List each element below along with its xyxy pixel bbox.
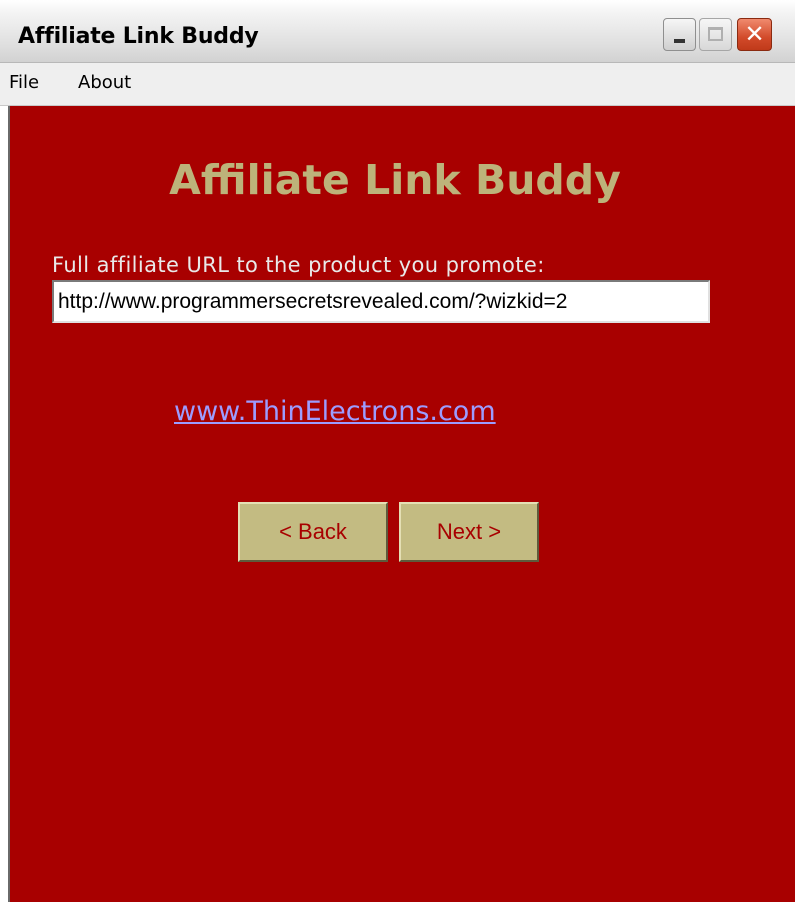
menu-file[interactable]: File bbox=[9, 72, 39, 93]
affiliate-url-input[interactable] bbox=[52, 280, 710, 323]
next-button[interactable]: Next > bbox=[399, 502, 539, 562]
maximize-button[interactable] bbox=[699, 18, 732, 51]
main-panel: Affiliate Link Buddy Full affiliate URL … bbox=[8, 106, 795, 902]
url-label: Full affiliate URL to the product you pr… bbox=[52, 253, 545, 277]
page-title: Affiliate Link Buddy bbox=[169, 156, 621, 204]
minimize-button[interactable] bbox=[663, 18, 696, 51]
minimize-icon bbox=[674, 39, 685, 43]
menu-bar: File About bbox=[0, 63, 795, 106]
site-link[interactable]: www.ThinElectrons.com bbox=[174, 396, 496, 427]
title-bar[interactable]: Affiliate Link Buddy ✕ bbox=[0, 0, 795, 63]
menu-about[interactable]: About bbox=[78, 72, 131, 93]
close-button[interactable]: ✕ bbox=[737, 18, 772, 51]
close-icon: ✕ bbox=[744, 20, 765, 48]
app-window: Affiliate Link Buddy ✕ File About Affili… bbox=[0, 0, 795, 902]
window-title: Affiliate Link Buddy bbox=[18, 24, 259, 49]
maximize-icon bbox=[708, 27, 723, 41]
back-button[interactable]: < Back bbox=[238, 502, 388, 562]
